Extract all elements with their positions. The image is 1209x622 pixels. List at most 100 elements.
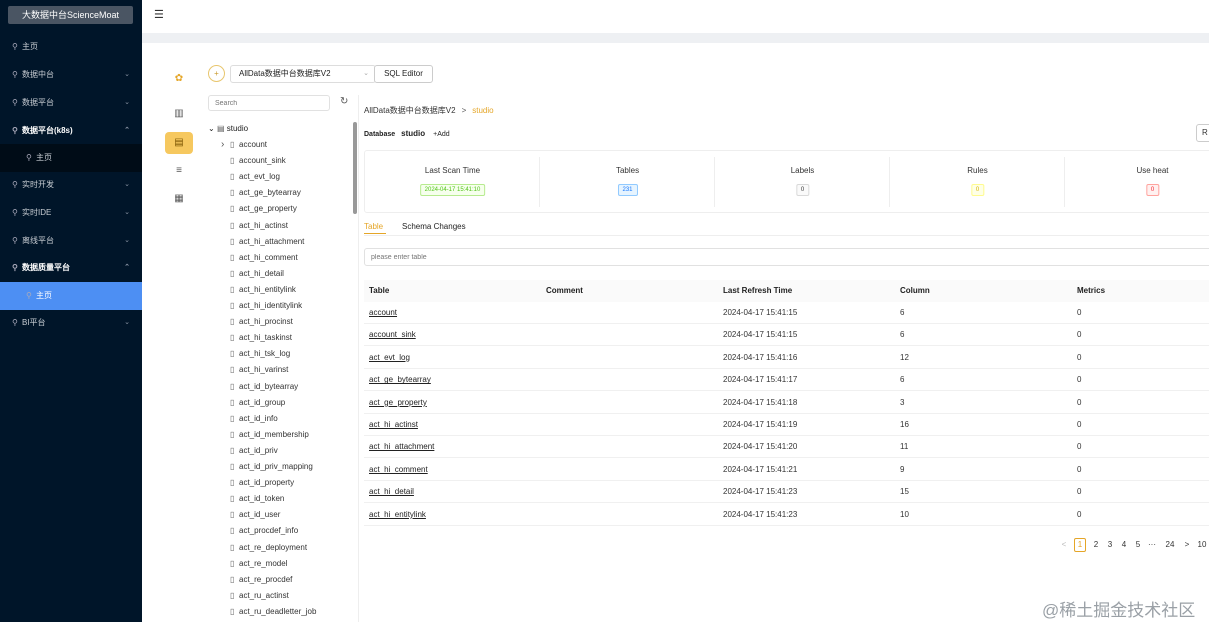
tree-item[interactable]: ▯ account_sink xyxy=(230,154,286,168)
tree-item[interactable]: ▯ act_ge_bytearray xyxy=(230,186,301,200)
tree-item[interactable]: ▯ act_hi_attachment xyxy=(230,235,304,249)
tree-item[interactable]: ▯ act_id_priv xyxy=(230,444,278,458)
right-action-button[interactable]: R xyxy=(1196,124,1209,142)
tree-item[interactable]: ▯ act_id_token xyxy=(230,492,284,506)
sidebar-item-label: 实时开发 xyxy=(22,180,54,189)
page-button[interactable]: 3 xyxy=(1104,538,1116,552)
table-name-link[interactable]: act_hi_attachment xyxy=(369,436,434,458)
chevron-down-icon: ⌄ xyxy=(124,71,130,78)
sidebar-item[interactable]: ⚲ 数据质量平台 ⌃ xyxy=(0,254,142,282)
tree-item-label: act_hi_comment xyxy=(239,252,298,262)
table-name-link[interactable]: act_ge_bytearray xyxy=(369,369,431,391)
table-cell: 16 xyxy=(900,420,909,429)
tree-item[interactable]: ▯ act_id_bytearray xyxy=(230,380,298,394)
tree-item[interactable]: ▯ act_procdef_info xyxy=(230,524,298,538)
tree-item[interactable]: ▯ act_id_user xyxy=(230,508,280,522)
page-button[interactable]: 1 xyxy=(1074,538,1086,552)
tree-item[interactable]: ▯ act_re_deployment xyxy=(230,541,307,555)
database-dropdown[interactable]: AllData数据中台数据库V2 ⌄ xyxy=(230,65,376,83)
tree-item[interactable]: ▯ act_hi_tsk_log xyxy=(230,347,290,361)
tab-schema-changes[interactable]: Schema Changes xyxy=(402,222,466,231)
database-label: Database xyxy=(364,131,396,138)
table-name-link[interactable]: act_hi_actinst xyxy=(369,414,418,436)
menu-item-icon: ⚲ xyxy=(12,263,18,272)
sidebar-item[interactable]: ⚲ 实时IDE ⌄ xyxy=(0,199,142,227)
tree-item[interactable]: ▯ act_re_procdef xyxy=(230,573,292,587)
sidebar-item[interactable]: ⚲ 离线平台 ⌄ xyxy=(0,227,142,255)
next-page-icon[interactable]: > xyxy=(1182,538,1192,552)
chart-icon[interactable]: ▥ xyxy=(165,103,193,125)
tree-item[interactable]: ▯ act_hi_detail xyxy=(230,267,284,281)
table-cell: 2024-04-17 15:41:15 xyxy=(723,308,798,317)
page-button[interactable]: 2 xyxy=(1090,538,1102,552)
tree-item[interactable]: ▯ act_ru_actinst xyxy=(230,589,289,603)
tree-item[interactable]: ▯ act_id_group xyxy=(230,396,285,410)
tree-item[interactable]: ▯ act_id_priv_mapping xyxy=(230,460,313,474)
chevron-right-icon[interactable]: › xyxy=(221,138,224,152)
tree-item-label: act_procdef_info xyxy=(239,526,299,536)
page-button[interactable]: 4 xyxy=(1118,538,1130,552)
tree-item[interactable]: ▯ act_hi_comment xyxy=(230,251,298,265)
page-button[interactable]: ··· xyxy=(1146,538,1158,552)
tree-item[interactable]: ▯ act_hi_actinst xyxy=(230,219,288,233)
tree-item[interactable]: ▯ act_ru_deadletter_job xyxy=(230,605,316,619)
sidebar-item[interactable]: ⚲ BI平台 ⌄ xyxy=(0,309,142,337)
brand-title[interactable]: 大数据中台ScienceMoat xyxy=(8,6,133,24)
prev-page-icon[interactable]: < xyxy=(1059,538,1069,552)
list-icon[interactable]: ≡ xyxy=(165,160,193,182)
tree-item[interactable]: › ▯ account xyxy=(221,138,267,152)
tree-item[interactable]: ▯ act_ge_property xyxy=(230,202,297,216)
tree-item[interactable]: ▯ act_hi_varinst xyxy=(230,363,288,377)
menu-toggle-icon[interactable]: ☰ xyxy=(154,8,164,21)
table-name-link[interactable]: act_hi_entitylink xyxy=(369,504,426,526)
sidebar-item[interactable]: ⚲ 数据平台(k8s) ⌃ xyxy=(0,117,142,145)
stats-panel: Last Scan Time 2024-04-17 15:41:10 Tables 2… xyxy=(364,150,1209,213)
table-name-link[interactable]: account_sink xyxy=(369,324,416,346)
document-icon[interactable]: ▤ xyxy=(165,132,193,154)
tree-item-label: act_id_group xyxy=(239,397,286,407)
sidebar-item[interactable]: ⚲ 实时开发 ⌄ xyxy=(0,171,142,199)
table-name-link[interactable]: account xyxy=(369,302,397,324)
sidebar-item-label: 离线平台 xyxy=(22,236,54,245)
datasource-icon[interactable]: + xyxy=(208,65,225,82)
table-icon[interactable]: ▦ xyxy=(165,188,193,210)
table-name-link[interactable]: act_hi_comment xyxy=(369,459,428,481)
tree-item[interactable]: ▯ act_id_membership xyxy=(230,428,309,442)
tree-item[interactable]: ▯ act_hi_taskinst xyxy=(230,331,292,345)
tree-item[interactable]: ▯ act_evt_log xyxy=(230,170,280,184)
tab-table[interactable]: Table xyxy=(364,222,383,231)
breadcrumb-root[interactable]: AllData数据中台数据库V2 xyxy=(364,106,456,115)
tree-scrollbar[interactable] xyxy=(353,122,357,214)
table-file-icon: ▯ xyxy=(230,542,235,552)
table-file-icon: ▯ xyxy=(230,510,235,520)
tree-search-input[interactable] xyxy=(208,95,330,111)
table-name-link[interactable]: act_ge_property xyxy=(369,392,427,414)
tree-item[interactable]: ▯ act_re_model xyxy=(230,557,287,571)
sidebar-item[interactable]: ⚲ 主页 xyxy=(0,144,142,172)
tree-item[interactable]: ▯ act_hi_procinst xyxy=(230,315,293,329)
tree-item-label: act_hi_taskinst xyxy=(239,333,292,343)
table-row: account_sink 2024-04-17 15:41:15 6 0 xyxy=(364,324,1209,347)
page-size-selector[interactable]: 10 xyxy=(1195,538,1209,552)
table-file-icon: ▯ xyxy=(230,574,235,584)
table-name-link[interactable]: act_hi_detail xyxy=(369,481,414,503)
page-button[interactable]: 24 xyxy=(1163,538,1177,552)
table-name-link[interactable]: act_evt_log xyxy=(369,347,410,369)
tree-item[interactable]: ▯ act_id_property xyxy=(230,476,294,490)
tree-item-label: act_id_bytearray xyxy=(239,381,299,391)
table-row: act_hi_comment 2024-04-17 15:41:21 9 0 xyxy=(364,459,1209,481)
sidebar-item[interactable]: ⚲ 主页 xyxy=(0,33,142,61)
tree-item[interactable]: ▯ act_hi_entitylink xyxy=(230,283,296,297)
sidebar-item[interactable]: ⚲ 数据平台 ⌄ xyxy=(0,89,142,117)
menu-item-icon: ⚲ xyxy=(12,42,18,51)
page-button[interactable]: 5 xyxy=(1132,538,1144,552)
refresh-icon[interactable]: ↻ xyxy=(340,96,348,107)
tree-root[interactable]: ⌄ ▤ studio xyxy=(208,122,248,136)
tree-item[interactable]: ▯ act_id_info xyxy=(230,412,278,426)
sidebar-item[interactable]: ⚲ 主页 xyxy=(0,282,142,310)
tree-item[interactable]: ▯ act_hi_identitylink xyxy=(230,299,302,313)
sql-editor-button[interactable]: SQL Editor xyxy=(374,65,433,83)
add-label-button[interactable]: +Add xyxy=(433,131,450,138)
sidebar-item[interactable]: ⚲ 数据中台 ⌄ xyxy=(0,61,142,89)
table-filter-input[interactable] xyxy=(364,248,1209,266)
